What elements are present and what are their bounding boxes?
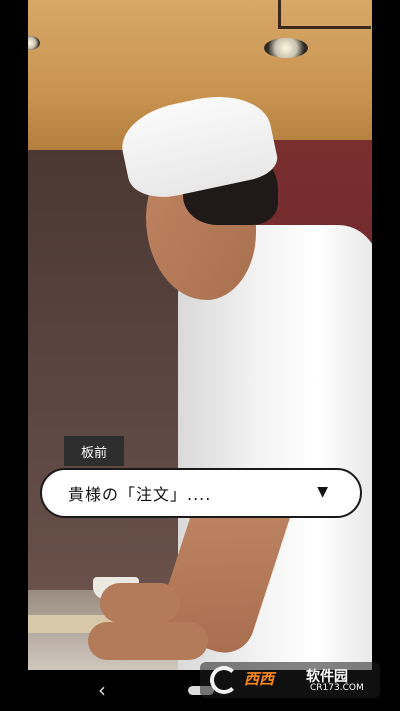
watermark-url: CR173.COM xyxy=(310,683,364,693)
ceiling-lamp xyxy=(264,38,308,58)
dialogue-text: 貴様の「注文」.... xyxy=(68,485,212,504)
game-scene[interactable] xyxy=(28,0,372,670)
watermark-logo-icon xyxy=(210,666,238,694)
chef-hand xyxy=(88,622,208,660)
chef-hand xyxy=(100,583,180,623)
ceiling-beam xyxy=(278,0,371,29)
watermark-brand: 西西 xyxy=(244,670,275,688)
watermark: 西西 软件园 CR173.COM xyxy=(200,662,380,698)
back-icon[interactable]: ‹ xyxy=(98,678,106,702)
advance-arrow-icon[interactable]: ▼ xyxy=(317,484,328,500)
dialogue-box[interactable]: 貴様の「注文」.... ▼ xyxy=(40,468,362,518)
speaker-name-tag: 板前 xyxy=(64,436,124,466)
